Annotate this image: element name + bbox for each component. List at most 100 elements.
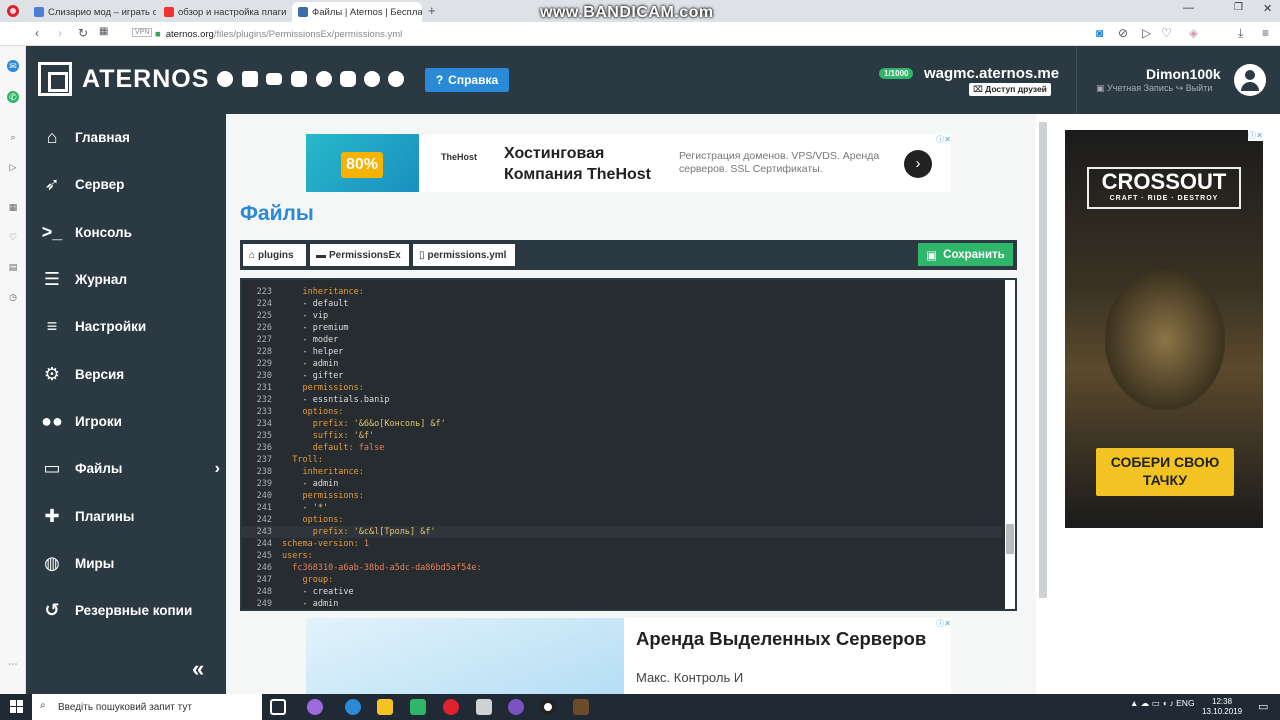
editor-scrollbar[interactable] (1005, 280, 1015, 609)
vpn-badge[interactable]: VPN (132, 28, 153, 37)
code-line[interactable]: 234 prefix: '&6&o[Консоль] &f' (242, 418, 1002, 430)
code-line[interactable]: 230 - gifter (242, 370, 1002, 382)
browser-tab-2[interactable]: обзор и настройка плаги ✕ (158, 2, 292, 22)
sidebar-item-worlds[interactable]: ◍ Миры (26, 540, 226, 587)
minecraft-icon[interactable] (573, 699, 589, 715)
extension-icon[interactable]: ◈ (1189, 26, 1198, 40)
language-indicator[interactable]: ENG (1176, 698, 1194, 708)
code-line[interactable]: 236 default: false (242, 442, 1002, 454)
bottom-ad-banner[interactable]: Аренда Выделенных Серверов Макс. Контрол… (306, 618, 951, 694)
help-button[interactable]: ? Справка (425, 68, 509, 92)
breadcrumb-permissionsex[interactable]: ▬ PermissionsEx (310, 244, 409, 266)
code-line[interactable]: 237 Troll: (242, 454, 1002, 466)
ad-cta-button[interactable]: СОБЕРИ СВОЮ ТАЧКУ (1096, 448, 1234, 496)
sidebar-item-players[interactable]: ●● Игроки (26, 398, 226, 445)
new-tab-button[interactable]: + (428, 3, 436, 18)
chevron-right-icon[interactable]: › (904, 150, 932, 178)
url-field[interactable]: ■ aternos.org /files/plugins/Permissions… (155, 25, 1105, 43)
opera-taskbar-icon[interactable] (443, 699, 459, 715)
close-window-icon[interactable]: ✕ (1263, 2, 1272, 15)
friends-access-button[interactable]: ⌧ Доступ друзей (969, 83, 1051, 96)
code-line[interactable]: 224 - default (242, 298, 1002, 310)
teamspeak-icon[interactable] (364, 71, 380, 87)
edge-icon[interactable] (345, 699, 361, 715)
sidebar-item-settings[interactable]: ≡ Настройки (26, 303, 226, 350)
collapse-sidebar-button[interactable]: « (192, 656, 204, 682)
browser-tab-3[interactable]: Файлы | Aternos | Бесплат ✕ (292, 2, 422, 22)
code-editor[interactable]: 223 inheritance: 224 - default 225 - vip 22… (240, 278, 1017, 611)
code-line[interactable]: 229 - admin (242, 358, 1002, 370)
forward-icon[interactable]: › (58, 26, 62, 40)
app-icon[interactable] (307, 699, 323, 715)
breadcrumb-plugins[interactable]: ⌂ plugins (243, 244, 306, 266)
reddit-icon[interactable] (316, 71, 332, 87)
apps-icon[interactable]: ▦ (7, 201, 19, 213)
search-icon[interactable]: ⌕ (7, 131, 19, 143)
sidebar-item-backups[interactable]: ↺ Резервные копии (26, 587, 226, 634)
history-icon[interactable]: ◷ (7, 291, 19, 303)
code-line[interactable]: 235 suffix: '&f' (242, 430, 1002, 442)
store-icon[interactable] (410, 699, 426, 715)
windows-start-icon[interactable] (10, 700, 24, 714)
ad-title[interactable]: Хостинговая Компания TheHost (504, 143, 674, 185)
ad-choices-icon[interactable]: ⓘ✕ (936, 134, 951, 145)
sidebar-item-home[interactable]: ⌂ Главная (26, 114, 226, 161)
sidebar-item-server[interactable]: ➶ Сервер (26, 161, 226, 208)
side-ad-banner[interactable]: CROSSOUT CRAFT · RIDE · DESTROY СОБЕРИ С… (1065, 130, 1263, 528)
code-line[interactable]: 232 - essntials.banip (242, 394, 1002, 406)
viber-icon[interactable] (508, 699, 524, 715)
notification-icon[interactable]: ▭ (1258, 700, 1268, 713)
page-scrollbar[interactable] (1036, 114, 1050, 694)
play-icon[interactable]: ▷ (1142, 26, 1151, 40)
code-line[interactable]: 248 - creative (242, 586, 1002, 598)
record-icon[interactable] (540, 699, 556, 715)
ad-choices-icon[interactable]: ⓘ✕ (1248, 130, 1263, 141)
code-line[interactable]: 245 users: (242, 550, 1002, 562)
code-line[interactable]: 225 - vip (242, 310, 1002, 322)
code-line[interactable]: 243 prefix: '&c&l[Троль] &f' (242, 526, 1002, 538)
code-line[interactable]: 226 - premium (242, 322, 1002, 334)
heart-icon[interactable]: ♡ (7, 231, 19, 243)
code-line[interactable]: 238 inheritance: (242, 466, 1002, 478)
opera-icon[interactable] (7, 5, 19, 17)
minimize-icon[interactable]: — (1183, 2, 1194, 14)
ad-choices-icon[interactable]: ⓘ✕ (936, 618, 951, 629)
news-icon[interactable]: ▤ (7, 261, 19, 273)
sidebar-item-plugins[interactable]: ✚ Плагины (26, 493, 226, 540)
sidebar-item-files[interactable]: ▭ Файлы › (26, 445, 226, 492)
scrollbar-thumb[interactable] (1006, 524, 1014, 554)
code-line[interactable]: 244 schema-version: 1 (242, 538, 1002, 550)
youtube-icon[interactable] (266, 73, 282, 85)
messenger-icon[interactable]: ✉ (7, 60, 19, 72)
logout-link[interactable]: ↪ Выйти (1176, 83, 1213, 93)
breadcrumb-file[interactable]: ▯ permissions.yml (413, 244, 515, 266)
code-line[interactable]: 246 fc368310-a6ab-38bd-a5dc-da86bd5af54e… (242, 562, 1002, 574)
code-line[interactable]: 227 - moder (242, 334, 1002, 346)
system-tray[interactable]: ▲ ☁ ▭ ◖ ♪ ENG (1130, 698, 1195, 709)
account-link[interactable]: ▣ Учетная Запись (1096, 83, 1173, 93)
tabs-grid-icon[interactable]: ▦ (99, 26, 108, 37)
code-line[interactable]: 240 permissions: (242, 490, 1002, 502)
taskbar-search-input[interactable]: ⌕ Введіть пошуковий запит тут (32, 694, 262, 720)
discord-icon[interactable] (340, 71, 356, 87)
code-line[interactable]: 241 - '*' (242, 502, 1002, 514)
whatsapp-icon[interactable]: ✆ (7, 91, 19, 103)
code-line[interactable]: 249 - admin (242, 598, 1002, 609)
save-button[interactable]: ▣ Сохранить (918, 243, 1013, 266)
code-line[interactable]: 231 permissions: (242, 382, 1002, 394)
avatar[interactable] (1234, 64, 1266, 96)
sidebar-item-version[interactable]: ⚙ Версия (26, 351, 226, 398)
code-line[interactable]: 242 options: (242, 514, 1002, 526)
explorer-icon[interactable] (377, 699, 393, 715)
code-line[interactable]: 228 - helper (242, 346, 1002, 358)
app-icon[interactable] (476, 699, 492, 715)
download-icon[interactable]: ⤓ (1238, 26, 1243, 41)
clock[interactable]: 12:38 13.10.2019 (1202, 697, 1242, 717)
code-line[interactable]: 239 - admin (242, 478, 1002, 490)
server-address[interactable]: wagmc.aternos.me (924, 65, 1059, 82)
maximize-icon[interactable]: ❐ (1234, 2, 1243, 13)
ad-title[interactable]: Аренда Выделенных Серверов (636, 628, 926, 650)
sidebar-item-log[interactable]: ☰ Журнал (26, 256, 226, 303)
code-line[interactable]: 247 group: (242, 574, 1002, 586)
github-icon[interactable] (388, 71, 404, 87)
